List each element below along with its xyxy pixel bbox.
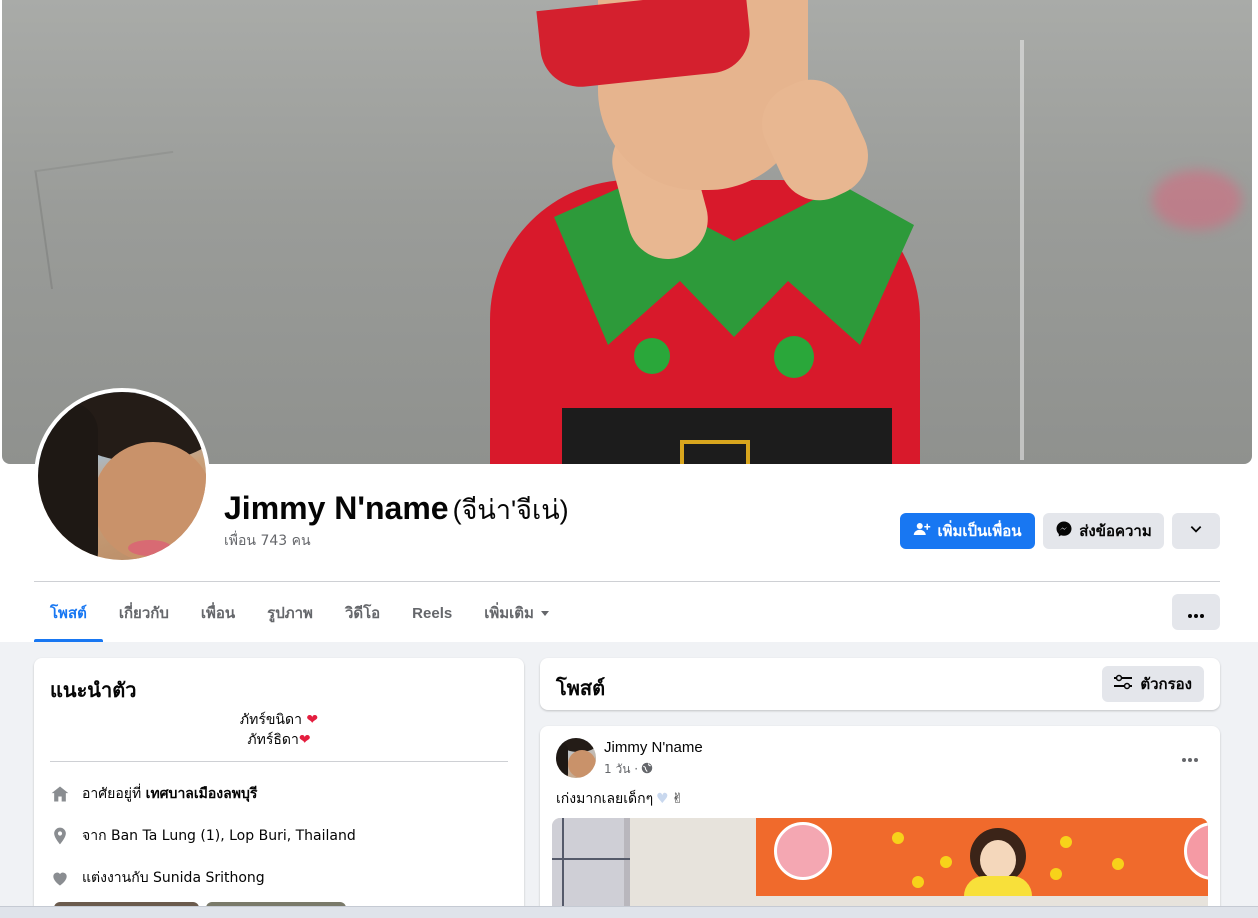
post-meta: 1 วัน · <box>604 760 653 779</box>
victory-hand-emoji-icon: ✌ <box>671 791 684 807</box>
profile-tabs: โพสต์ เกี่ยวกับ เพื่อน รูปภาพ วิดีโอ Ree… <box>34 584 566 642</box>
post-timestamp[interactable]: 1 วัน · <box>604 760 638 779</box>
header-divider <box>34 581 1220 582</box>
messenger-icon <box>1055 520 1073 542</box>
posts-header-card: โพสต์ ตัวกรอง <box>540 658 1220 710</box>
bio-divider <box>50 761 508 762</box>
relationship-text: แต่งงานกับ Sunida Srithong <box>82 870 265 886</box>
filter-label: ตัวกรอง <box>1140 676 1192 693</box>
tab-reels[interactable]: Reels <box>396 584 468 642</box>
hometown-text: จาก Ban Ta Lung (1), Lop Buri, Thailand <box>82 828 356 844</box>
white-heart-emoji-icon: ♥ <box>656 791 669 807</box>
hometown-item: จาก Ban Ta Lung (1), Lop Buri, Thailand <box>50 824 356 848</box>
tab-videos[interactable]: วิดีโอ <box>329 584 396 642</box>
filter-sliders-icon <box>1114 674 1133 694</box>
bio: ภัทร์ขนิดา ❤ ภัทร์ธิดา❤ <box>50 710 508 750</box>
friends-count-link[interactable]: เพื่อน 743 คน <box>224 530 311 552</box>
bio-line-1: ภัทร์ขนิดา <box>239 712 302 728</box>
lives-in-item: อาศัยอยู่ที่ เทศบาลเมืองลพบุรี <box>50 782 257 806</box>
chevron-down-icon <box>1189 522 1203 540</box>
post-photo[interactable] <box>552 818 1208 918</box>
intro-card: แนะนำตัว ภัทร์ขนิดา ❤ ภัทร์ธิดา❤ อาศัยอย… <box>34 658 524 918</box>
alternate-name: (จีน่า'จีเน่) <box>452 495 569 525</box>
tabs-options-button[interactable] <box>1172 594 1220 630</box>
heart-emoji-icon: ❤ <box>306 712 319 728</box>
profile-name: Jimmy N'name (จีน่า'จีเน่) <box>224 490 569 526</box>
relationship-item: แต่งงานกับ Sunida Srithong <box>50 866 265 890</box>
post-options-button[interactable] <box>1174 742 1206 770</box>
post-author-name[interactable]: Jimmy N'name <box>604 739 703 756</box>
profile-more-button[interactable] <box>1172 513 1220 549</box>
lives-in-link[interactable]: เทศบาลเมืองลพบุรี <box>146 786 258 802</box>
tab-about[interactable]: เกี่ยวกับ <box>103 584 185 642</box>
tab-photos[interactable]: รูปภาพ <box>251 584 329 642</box>
post-text: เก่งมากเลยเด็กๆ ♥ ✌ <box>556 791 684 807</box>
add-friend-button[interactable]: เพิ่มเป็นเพื่อน <box>900 513 1035 549</box>
intro-title: แนะนำตัว <box>50 680 137 702</box>
posts-title: โพสต์ <box>556 678 606 700</box>
post-author-avatar[interactable] <box>556 738 596 778</box>
heart-icon <box>50 868 70 888</box>
heart-emoji-icon: ❤ <box>298 732 311 748</box>
message-button[interactable]: ส่งข้อความ <box>1043 513 1164 549</box>
more-dots-icon <box>1182 747 1198 766</box>
taskbar-edge <box>0 906 1258 918</box>
add-person-icon <box>913 520 931 542</box>
more-dots-icon <box>1188 603 1204 622</box>
location-pin-icon <box>50 826 70 846</box>
profile-picture[interactable] <box>38 392 206 560</box>
tab-more[interactable]: เพิ่มเติม <box>468 584 566 642</box>
home-icon <box>50 784 70 804</box>
message-label: ส่งข้อความ <box>1079 523 1152 540</box>
post-card: Jimmy N'name 1 วัน · เก่งมากเลยเด็กๆ ♥ ✌ <box>540 726 1220 918</box>
profile-name-block: Jimmy N'name (จีน่า'จีเน่) <box>224 488 569 531</box>
add-friend-label: เพิ่มเป็นเพื่อน <box>937 523 1022 540</box>
caret-down-icon <box>540 605 550 622</box>
tab-posts[interactable]: โพสต์ <box>34 584 103 642</box>
profile-header: Jimmy N'name (จีน่า'จีเน่) เพื่อน 743 คน … <box>0 0 1258 642</box>
filter-button[interactable]: ตัวกรอง <box>1102 666 1204 702</box>
bio-line-2: ภัทร์ธิดา <box>247 732 299 748</box>
globe-icon <box>641 762 653 777</box>
tab-friends[interactable]: เพื่อน <box>185 584 251 642</box>
